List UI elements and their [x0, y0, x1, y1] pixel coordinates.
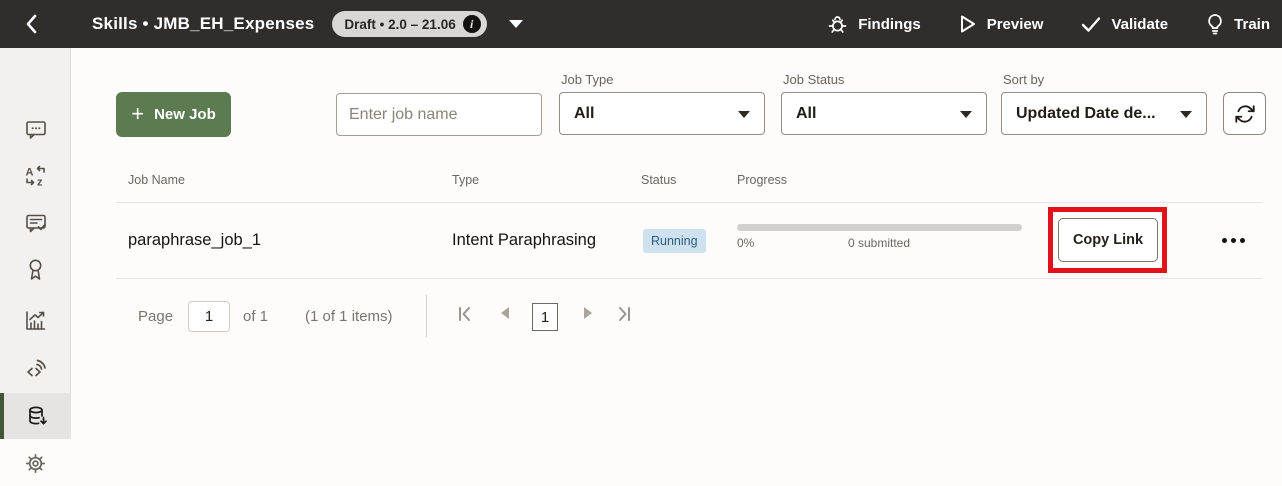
job-type-select[interactable]: All [559, 92, 765, 135]
job-status-label: Job Status [783, 72, 844, 87]
back-button[interactable] [0, 0, 64, 48]
sort-by-select[interactable]: Updated Date de... [1001, 92, 1207, 135]
job-name-search-input[interactable] [336, 93, 542, 136]
translate-icon: A z [23, 163, 48, 188]
progress-bar [737, 224, 1022, 231]
check-icon [1081, 16, 1101, 33]
left-sidebar: A z [0, 48, 71, 438]
current-page-button[interactable]: 1 [532, 303, 558, 331]
sidebar-item-data-manufacturing[interactable] [0, 393, 71, 439]
play-icon [959, 14, 977, 34]
sort-by-label: Sort by [1003, 72, 1044, 87]
validate-label: Validate [1111, 16, 1168, 33]
header-actions: Findings Preview Validate Train [827, 13, 1282, 35]
refresh-button[interactable] [1223, 92, 1266, 135]
items-count-label: (1 of 1 items) [305, 308, 393, 325]
svg-text:A: A [26, 166, 34, 178]
column-header-progress: Progress [737, 173, 787, 187]
svg-text:z: z [37, 176, 43, 188]
page-of-label: of 1 [243, 308, 268, 325]
table-row-divider [116, 278, 1262, 279]
findings-button[interactable]: Findings [827, 14, 921, 35]
new-job-label: New Job [154, 106, 216, 123]
sidebar-item-intents[interactable] [0, 106, 71, 152]
progress-percent: 0% [737, 236, 754, 250]
app-header: Skills • JMB_EH_Expenses Draft • 2.0 – 2… [0, 0, 1282, 48]
gear-icon [23, 451, 48, 476]
first-page-button[interactable] [456, 305, 474, 323]
refresh-icon [1234, 103, 1256, 125]
title-dropdown-caret-icon[interactable] [509, 20, 523, 28]
job-type-value: All [574, 105, 594, 123]
sidebar-item-skill-quality[interactable] [0, 246, 71, 292]
code-signal-icon [23, 356, 48, 381]
sidebar-item-entities[interactable]: A z [0, 152, 71, 198]
job-type-cell: Intent Paraphrasing [452, 231, 596, 250]
sort-by-value: Updated Date de... [1016, 105, 1156, 123]
bug-icon [827, 14, 848, 35]
table-header-divider [116, 202, 1262, 203]
chat-bubble-dots-icon [23, 117, 48, 142]
last-page-icon [615, 305, 633, 323]
findings-label: Findings [858, 16, 921, 33]
page-number-input[interactable] [188, 301, 230, 332]
version-badge[interactable]: Draft • 2.0 – 21.06 i [332, 11, 486, 37]
previous-page-button[interactable] [501, 307, 509, 319]
job-name-cell: paraphrase_job_1 [128, 231, 261, 250]
chevron-left-icon [25, 14, 39, 34]
chart-trend-icon [23, 308, 48, 333]
column-header-job-name: Job Name [128, 173, 185, 187]
sidebar-item-settings[interactable] [0, 440, 71, 486]
plus-icon: + [131, 103, 144, 125]
train-button[interactable]: Train [1206, 13, 1270, 35]
new-job-button[interactable]: + New Job [116, 92, 231, 137]
sidebar-item-insights[interactable] [0, 297, 71, 343]
column-header-type: Type [452, 173, 479, 187]
sidebar-item-channels[interactable] [0, 345, 71, 391]
chevron-right-icon [584, 307, 592, 319]
preview-button[interactable]: Preview [959, 14, 1044, 34]
version-badge-label: Draft • 2.0 – 21.06 [344, 17, 455, 32]
chevron-down-icon [1180, 111, 1192, 118]
page-label: Page [138, 308, 173, 325]
preview-label: Preview [987, 16, 1044, 33]
last-page-button[interactable] [615, 305, 633, 323]
first-page-icon [456, 305, 474, 323]
more-actions-button[interactable] [1216, 228, 1250, 252]
sidebar-item-flows[interactable] [0, 200, 71, 246]
ellipsis-icon [1222, 238, 1227, 243]
chevron-left-icon [501, 307, 509, 319]
job-type-label: Job Type [561, 72, 614, 87]
page-title: Skills • JMB_EH_Expenses [92, 14, 314, 34]
job-status-select[interactable]: All [781, 92, 987, 135]
database-download-icon [25, 404, 50, 429]
lightbulb-icon [1206, 13, 1224, 35]
pagination-divider [426, 295, 427, 337]
ribbon-icon [24, 257, 47, 282]
job-status-value: All [796, 105, 816, 123]
status-badge: Running [643, 229, 706, 253]
validate-button[interactable]: Validate [1081, 16, 1168, 33]
train-label: Train [1234, 16, 1270, 33]
copy-link-button[interactable]: Copy Link [1058, 218, 1158, 262]
column-header-status: Status [641, 173, 676, 187]
chevron-down-icon [738, 111, 750, 118]
info-icon[interactable]: i [463, 15, 481, 33]
next-page-button[interactable] [584, 307, 592, 319]
progress-submitted: 0 submitted [848, 236, 910, 250]
chevron-down-icon [960, 111, 972, 118]
chat-bubble-check-icon [23, 211, 48, 236]
